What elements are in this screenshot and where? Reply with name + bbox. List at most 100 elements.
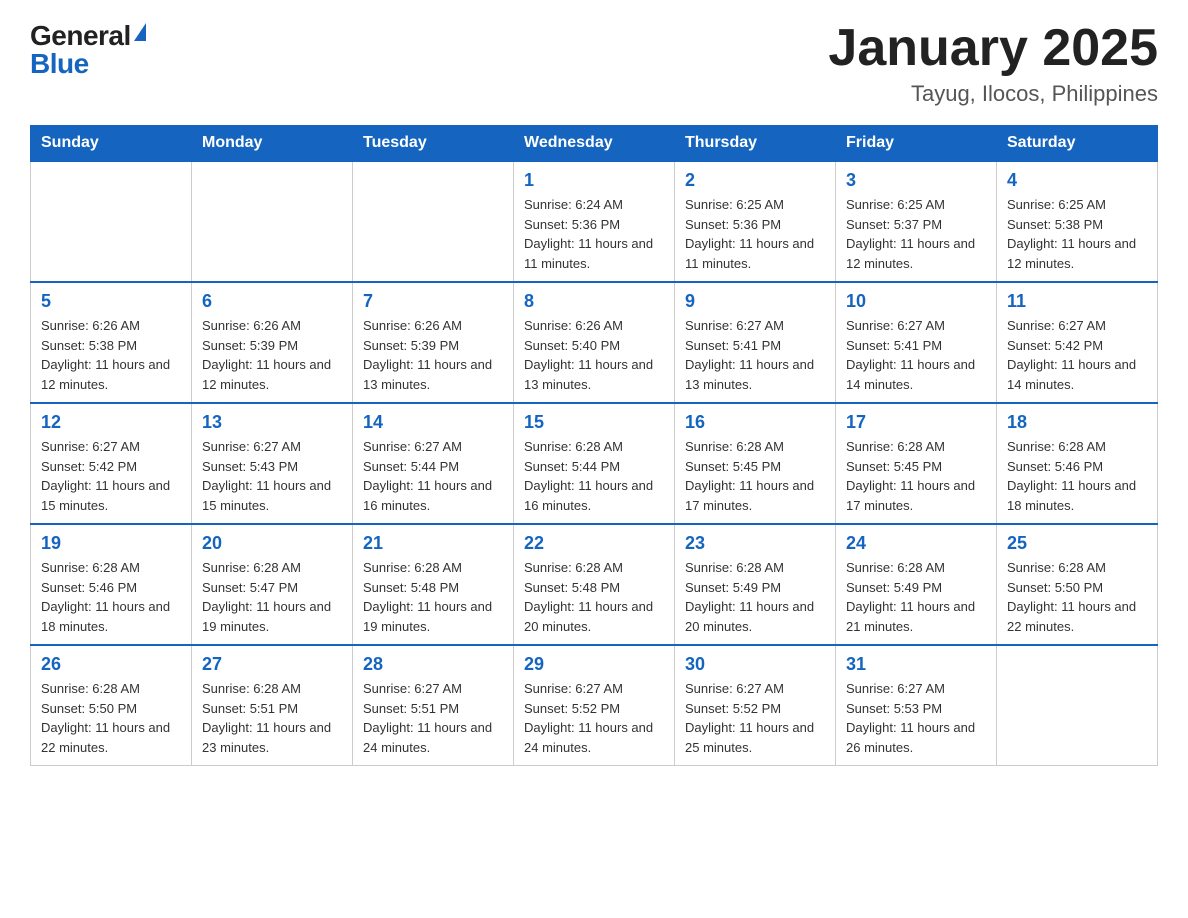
day-number: 12: [41, 412, 181, 433]
page-header: General Blue January 2025 Tayug, Ilocos,…: [30, 20, 1158, 107]
day-number: 9: [685, 291, 825, 312]
day-number: 18: [1007, 412, 1147, 433]
calendar-cell: 7 Sunrise: 6:26 AM Sunset: 5:39 PM Daylig…: [353, 282, 514, 403]
day-number: 6: [202, 291, 342, 312]
day-info: Sunrise: 6:28 AM Sunset: 5:45 PM Dayligh…: [685, 437, 825, 515]
day-number: 27: [202, 654, 342, 675]
day-number: 29: [524, 654, 664, 675]
calendar-cell: 12 Sunrise: 6:27 AM Sunset: 5:42 PM Dayli…: [31, 403, 192, 524]
day-number: 8: [524, 291, 664, 312]
day-info: Sunrise: 6:27 AM Sunset: 5:52 PM Dayligh…: [685, 679, 825, 757]
day-info: Sunrise: 6:28 AM Sunset: 5:47 PM Dayligh…: [202, 558, 342, 636]
week-row-5: 26Sunrise: 6:28 AM Sunset: 5:50 PM Dayli…: [31, 645, 1158, 766]
logo-triangle-icon: [134, 23, 146, 41]
day-info: Sunrise: 6:28 AM Sunset: 5:46 PM Dayligh…: [1007, 437, 1147, 515]
day-number: 14: [363, 412, 503, 433]
day-info: Sunrise: 6:28 AM Sunset: 5:49 PM Dayligh…: [685, 558, 825, 636]
calendar-cell: 23 Sunrise: 6:28 AM Sunset: 5:49 PM Dayli…: [675, 524, 836, 645]
calendar-cell: 20 Sunrise: 6:28 AM Sunset: 5:47 PM Dayli…: [192, 524, 353, 645]
week-row-3: 12 Sunrise: 6:27 AM Sunset: 5:42 PM Dayli…: [31, 403, 1158, 524]
calendar-cell: 15Sunrise: 6:28 AM Sunset: 5:44 PM Dayli…: [514, 403, 675, 524]
day-info: Sunrise: 6:27 AM Sunset: 5:44 PM Dayligh…: [363, 437, 503, 515]
day-number: 7: [363, 291, 503, 312]
calendar-cell: 25 Sunrise: 6:28 AM Sunset: 5:50 PM Dayli…: [997, 524, 1158, 645]
day-number: 3: [846, 170, 986, 191]
day-number: 10: [846, 291, 986, 312]
calendar-cell: 31 Sunrise: 6:27 AM Sunset: 5:53 PM Dayli…: [836, 645, 997, 766]
calendar-cell: 29 Sunrise: 6:27 AM Sunset: 5:52 PM Dayli…: [514, 645, 675, 766]
day-info: Sunrise: 6:26 AM Sunset: 5:39 PM Dayligh…: [363, 316, 503, 394]
calendar-cell: 27 Sunrise: 6:28 AM Sunset: 5:51 PM Dayli…: [192, 645, 353, 766]
day-number: 17: [846, 412, 986, 433]
day-info: Sunrise: 6:26 AM Sunset: 5:39 PM Dayligh…: [202, 316, 342, 394]
week-row-1: 1 Sunrise: 6:24 AM Sunset: 5:36 PM Daylig…: [31, 161, 1158, 282]
calendar-cell: 19 Sunrise: 6:28 AM Sunset: 5:46 PM Dayli…: [31, 524, 192, 645]
day-number: 23: [685, 533, 825, 554]
day-info: Sunrise: 6:28 AM Sunset: 5:51 PM Dayligh…: [202, 679, 342, 757]
day-info: Sunrise: 6:28 AM Sunset: 5:50 PM Dayligh…: [1007, 558, 1147, 636]
calendar-cell: [31, 161, 192, 282]
day-number: 30: [685, 654, 825, 675]
day-number: 22: [524, 533, 664, 554]
day-info: Sunrise: 6:28 AM Sunset: 5:45 PM Dayligh…: [846, 437, 986, 515]
logo-text-blue: Blue: [30, 48, 89, 80]
calendar-cell: 13Sunrise: 6:27 AM Sunset: 5:43 PM Dayli…: [192, 403, 353, 524]
day-header-tuesday: Tuesday: [353, 126, 514, 162]
day-info: Sunrise: 6:27 AM Sunset: 5:53 PM Dayligh…: [846, 679, 986, 757]
day-number: 1: [524, 170, 664, 191]
day-info: Sunrise: 6:25 AM Sunset: 5:36 PM Dayligh…: [685, 195, 825, 273]
calendar-cell: 17 Sunrise: 6:28 AM Sunset: 5:45 PM Dayli…: [836, 403, 997, 524]
calendar-cell: 28 Sunrise: 6:27 AM Sunset: 5:51 PM Dayli…: [353, 645, 514, 766]
calendar-cell: 14 Sunrise: 6:27 AM Sunset: 5:44 PM Dayli…: [353, 403, 514, 524]
day-number: 5: [41, 291, 181, 312]
day-number: 19: [41, 533, 181, 554]
day-number: 28: [363, 654, 503, 675]
day-info: Sunrise: 6:28 AM Sunset: 5:46 PM Dayligh…: [41, 558, 181, 636]
calendar-subtitle: Tayug, Ilocos, Philippines: [828, 81, 1158, 107]
day-info: Sunrise: 6:27 AM Sunset: 5:51 PM Dayligh…: [363, 679, 503, 757]
day-info: Sunrise: 6:27 AM Sunset: 5:42 PM Dayligh…: [1007, 316, 1147, 394]
day-info: Sunrise: 6:28 AM Sunset: 5:44 PM Dayligh…: [524, 437, 664, 515]
day-number: 20: [202, 533, 342, 554]
day-info: Sunrise: 6:27 AM Sunset: 5:41 PM Dayligh…: [846, 316, 986, 394]
calendar-cell: 26Sunrise: 6:28 AM Sunset: 5:50 PM Dayli…: [31, 645, 192, 766]
calendar-cell: 5 Sunrise: 6:26 AM Sunset: 5:38 PM Daylig…: [31, 282, 192, 403]
calendar-cell: 4Sunrise: 6:25 AM Sunset: 5:38 PM Daylig…: [997, 161, 1158, 282]
day-info: Sunrise: 6:27 AM Sunset: 5:43 PM Dayligh…: [202, 437, 342, 515]
calendar-cell: 18 Sunrise: 6:28 AM Sunset: 5:46 PM Dayli…: [997, 403, 1158, 524]
day-info: Sunrise: 6:24 AM Sunset: 5:36 PM Dayligh…: [524, 195, 664, 273]
day-info: Sunrise: 6:28 AM Sunset: 5:49 PM Dayligh…: [846, 558, 986, 636]
calendar-cell: 11 Sunrise: 6:27 AM Sunset: 5:42 PM Dayli…: [997, 282, 1158, 403]
day-number: 11: [1007, 291, 1147, 312]
day-number: 2: [685, 170, 825, 191]
day-header-sunday: Sunday: [31, 126, 192, 162]
week-row-4: 19 Sunrise: 6:28 AM Sunset: 5:46 PM Dayli…: [31, 524, 1158, 645]
day-info: Sunrise: 6:25 AM Sunset: 5:37 PM Dayligh…: [846, 195, 986, 273]
title-section: January 2025 Tayug, Ilocos, Philippines: [828, 20, 1158, 107]
calendar-table: SundayMondayTuesdayWednesdayThursdayFrid…: [30, 125, 1158, 766]
calendar-cell: 30 Sunrise: 6:27 AM Sunset: 5:52 PM Dayli…: [675, 645, 836, 766]
day-info: Sunrise: 6:28 AM Sunset: 5:48 PM Dayligh…: [363, 558, 503, 636]
calendar-cell: 3 Sunrise: 6:25 AM Sunset: 5:37 PM Daylig…: [836, 161, 997, 282]
day-info: Sunrise: 6:27 AM Sunset: 5:52 PM Dayligh…: [524, 679, 664, 757]
day-info: Sunrise: 6:27 AM Sunset: 5:41 PM Dayligh…: [685, 316, 825, 394]
day-info: Sunrise: 6:26 AM Sunset: 5:38 PM Dayligh…: [41, 316, 181, 394]
calendar-cell: [353, 161, 514, 282]
calendar-cell: 8 Sunrise: 6:26 AM Sunset: 5:40 PM Daylig…: [514, 282, 675, 403]
day-info: Sunrise: 6:28 AM Sunset: 5:48 PM Dayligh…: [524, 558, 664, 636]
calendar-cell: 10 Sunrise: 6:27 AM Sunset: 5:41 PM Dayli…: [836, 282, 997, 403]
calendar-cell: 2 Sunrise: 6:25 AM Sunset: 5:36 PM Daylig…: [675, 161, 836, 282]
calendar-cell: [997, 645, 1158, 766]
calendar-cell: [192, 161, 353, 282]
day-number: 25: [1007, 533, 1147, 554]
day-number: 21: [363, 533, 503, 554]
calendar-cell: 22 Sunrise: 6:28 AM Sunset: 5:48 PM Dayli…: [514, 524, 675, 645]
calendar-cell: 16Sunrise: 6:28 AM Sunset: 5:45 PM Dayli…: [675, 403, 836, 524]
week-row-2: 5 Sunrise: 6:26 AM Sunset: 5:38 PM Daylig…: [31, 282, 1158, 403]
day-info: Sunrise: 6:26 AM Sunset: 5:40 PM Dayligh…: [524, 316, 664, 394]
day-number: 31: [846, 654, 986, 675]
day-info: Sunrise: 6:27 AM Sunset: 5:42 PM Dayligh…: [41, 437, 181, 515]
day-header-friday: Friday: [836, 126, 997, 162]
day-number: 24: [846, 533, 986, 554]
day-header-thursday: Thursday: [675, 126, 836, 162]
